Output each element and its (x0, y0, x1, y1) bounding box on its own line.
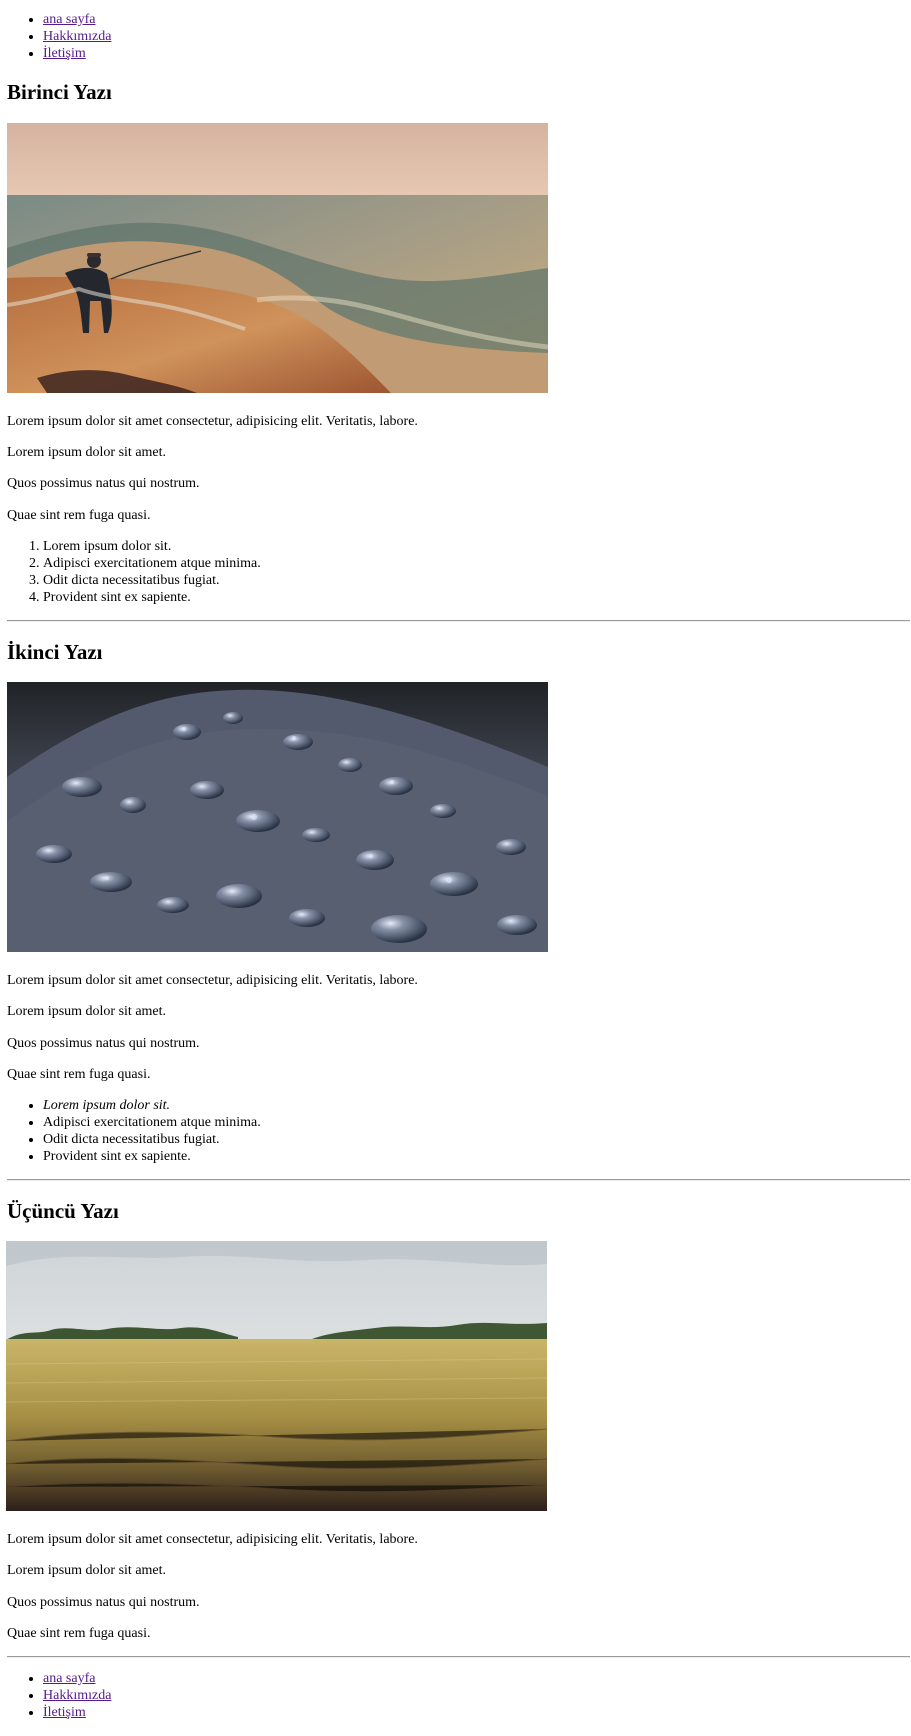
post-1-list-item-4: Provident sint ex sapiente. (43, 589, 261, 606)
post-2-paragraph-3: Quos possimus natus qui nostrum. (7, 1036, 200, 1051)
post-2-paragraph-4: Quae sint rem fuga quasi. (7, 1067, 151, 1082)
nav-item-home: ana sayfa (43, 11, 303, 28)
post-1-paragraph-4: Quae sint rem fuga quasi. (7, 508, 151, 523)
nav-link-about[interactable]: Hakkımızda (43, 29, 111, 44)
post-1-list-item-1: Lorem ipsum dolor sit. (43, 538, 261, 555)
nav-item-contact: İletişim (43, 45, 303, 62)
section-divider-2 (7, 1179, 910, 1181)
post-1-title: Birinci Yazı (7, 80, 112, 104)
post-1-list-item-2: Adipisci exercitationem atque minima. (43, 555, 261, 572)
bottom-navigation: ana sayfa Hakkımızda İletişim (0, 1670, 303, 1721)
post-2-list-item-1: Lorem ipsum dolor sit. (43, 1097, 261, 1114)
post-1-paragraph-3: Quos possimus natus qui nostrum. (7, 476, 200, 491)
top-navigation: ana sayfa Hakkımızda İletişim (0, 11, 303, 62)
post-3-paragraph-3: Quos possimus natus qui nostrum. (7, 1595, 200, 1610)
footer-nav-item-home: ana sayfa (43, 1670, 303, 1687)
nav-item-about: Hakkımızda (43, 28, 303, 45)
post-1-list-item-3: Odit dicta necessitatibus fugiat. (43, 572, 261, 589)
post-1-paragraph-1: Lorem ipsum dolor sit amet consectetur, … (7, 414, 418, 429)
post-3-paragraph-1: Lorem ipsum dolor sit amet consectetur, … (7, 1532, 418, 1547)
footer-nav-item-about: Hakkımızda (43, 1687, 303, 1704)
footer-nav-link-contact[interactable]: İletişim (43, 1705, 86, 1720)
section-divider-3 (7, 1656, 910, 1658)
post-1-paragraph-2: Lorem ipsum dolor sit amet. (7, 445, 167, 460)
post-1-image-fisherman-on-shore (7, 123, 548, 393)
post-3-title: Üçüncü Yazı (7, 1199, 119, 1223)
post-2-paragraph-1: Lorem ipsum dolor sit amet consectetur, … (7, 973, 418, 988)
post-2-paragraph-2: Lorem ipsum dolor sit amet. (7, 1004, 167, 1019)
post-3-paragraph-2: Lorem ipsum dolor sit amet. (7, 1563, 167, 1578)
page: ana sayfa Hakkımızda İletişim Birinci Ya… (0, 0, 911, 1736)
section-divider-1 (7, 620, 910, 622)
post-2-list-item-3: Odit dicta necessitatibus fugiat. (43, 1131, 261, 1148)
post-1-ordered-list: Lorem ipsum dolor sit. Adipisci exercita… (0, 538, 261, 606)
post-2-image-water-drops (7, 682, 548, 952)
footer-nav-link-home[interactable]: ana sayfa (43, 1671, 95, 1686)
nav-link-home[interactable]: ana sayfa (43, 12, 95, 27)
post-2-list-item-2: Adipisci exercitationem atque minima. (43, 1114, 261, 1131)
footer-nav-item-contact: İletişim (43, 1704, 303, 1721)
footer-nav-link-about[interactable]: Hakkımızda (43, 1688, 111, 1703)
post-2-unordered-list: Lorem ipsum dolor sit. Adipisci exercita… (0, 1097, 261, 1165)
nav-link-contact[interactable]: İletişim (43, 46, 86, 61)
post-2-list-item-4: Provident sint ex sapiente. (43, 1148, 261, 1165)
post-3-image-wheat-field (6, 1241, 547, 1511)
post-3-paragraph-4: Quae sint rem fuga quasi. (7, 1626, 151, 1641)
post-2-title: İkinci Yazı (7, 640, 103, 664)
